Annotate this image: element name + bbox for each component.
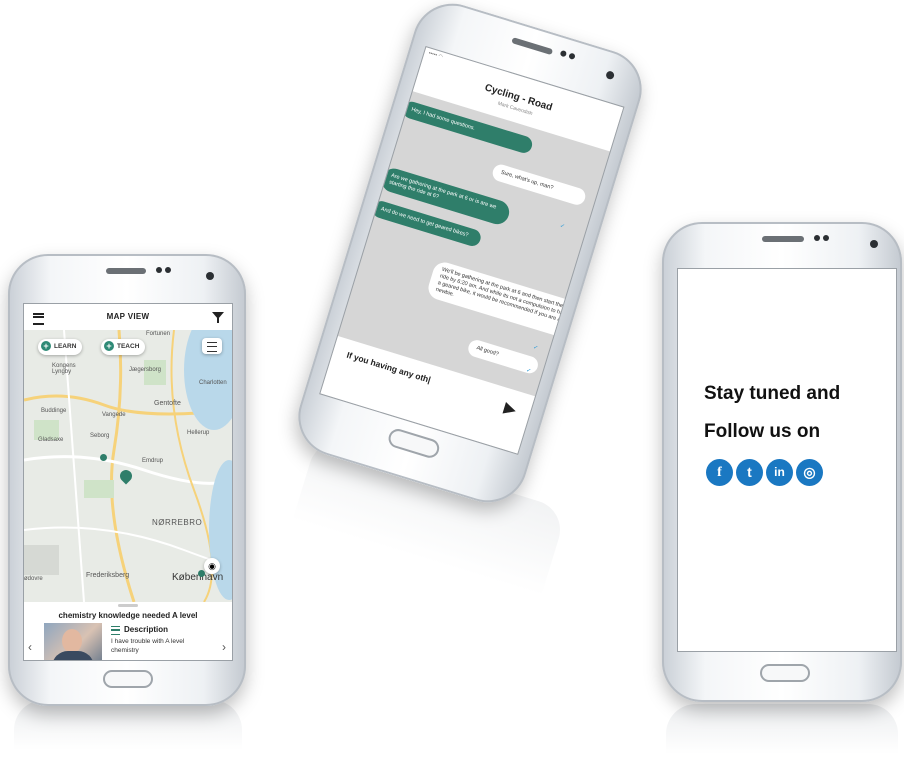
chevron-right-icon[interactable]: › <box>222 640 226 654</box>
locate-icon: ◉ <box>208 561 216 571</box>
promo-phone: Stay tuned and Follow us on f t in ◎ <box>662 222 902 702</box>
my-location-button[interactable]: ◉ <box>204 558 220 574</box>
message-outgoing: Sure, what's up, man? <box>490 162 588 207</box>
instagram-icon[interactable]: ◎ <box>796 459 823 486</box>
promo-line-1: Stay tuned and <box>704 383 841 404</box>
map-label-emdrup: Emdrup <box>142 458 164 464</box>
map-phone-sensor <box>165 267 171 273</box>
map-label-kongens-lyngby: Kongens Lyngby <box>52 363 76 375</box>
map-label-vangede: Vangede <box>102 412 126 418</box>
map-label-gladsaxe: Gladsaxe <box>38 437 64 443</box>
map-label-adovre: ødovre <box>24 576 43 582</box>
map-phone-front-camera <box>206 272 214 280</box>
promo-phone-reflection <box>666 704 898 754</box>
map-dot[interactable] <box>100 454 107 461</box>
map-phone-screen: MAP VIEW + LEARN + TEACH Fortunen Kongen… <box>23 303 233 661</box>
promo-phone-screen: Stay tuned and Follow us on f t in ◎ <box>677 268 897 652</box>
message-outgoing: We'll be gathering at the park at 6 and … <box>425 259 582 341</box>
send-icon[interactable] <box>502 402 518 418</box>
learn-label: LEARN <box>54 343 77 350</box>
chat-phone: ••••• ◠ Cycling - Road Mark Cavendish He… <box>288 0 652 513</box>
drag-handle[interactable] <box>118 604 138 607</box>
message-input[interactable]: If you having any oth| <box>345 350 491 403</box>
map-phone-home-button <box>103 670 153 688</box>
promo-phone-speaker <box>762 236 804 242</box>
chat-phone-screen: ••••• ◠ Cycling - Road Mark Cavendish He… <box>319 45 625 455</box>
description-icon <box>111 626 120 635</box>
promo-phone-sensor <box>814 235 820 241</box>
map-phone-speaker <box>106 268 146 274</box>
map-phone-camera <box>156 267 162 273</box>
description-label: Description <box>124 625 169 634</box>
plus-icon: + <box>104 341 114 352</box>
list-view-button[interactable] <box>202 338 222 354</box>
map-label-fortunen: Fortunen <box>146 331 171 337</box>
chat-phone-home-button <box>386 426 442 461</box>
learn-button[interactable]: + LEARN <box>38 339 83 355</box>
read-check-icon: ✓ <box>525 367 532 375</box>
map-view-title: MAP VIEW <box>106 312 150 321</box>
promo-line-2: Follow us on <box>704 421 821 442</box>
map-label-norrebro: NØRREBRO <box>152 518 203 527</box>
map-header: MAP VIEW <box>24 304 232 331</box>
map-phone: MAP VIEW + LEARN + TEACH Fortunen Kongen… <box>8 254 246 706</box>
map-label-seborg: Seborg <box>90 433 110 439</box>
listing-card[interactable]: chemistry knowledge needed A level ‹ Des… <box>24 602 232 660</box>
teach-button[interactable]: + TEACH <box>101 339 146 355</box>
teach-label: TEACH <box>117 343 140 350</box>
chat-phone-sensor <box>559 49 568 58</box>
map-label-hellerup: Hellerup <box>187 430 210 436</box>
map-phone-reflection <box>14 700 242 750</box>
promo-phone-sensor-2 <box>823 235 829 241</box>
chevron-left-icon[interactable]: ‹ <box>28 640 32 654</box>
tutor-avatar <box>44 623 102 660</box>
read-check-icon: ✓ <box>558 223 566 231</box>
map-label-buddinge: Buddinge <box>41 408 67 414</box>
chat-phone-front-camera <box>605 70 616 81</box>
map-label-frederiksberg: Frederiksberg <box>86 572 130 579</box>
filter-icon[interactable] <box>212 312 224 323</box>
description-text: I have trouble with A level chemistry <box>111 638 185 654</box>
map-label-jaegersborg: Jægersborg <box>129 367 162 373</box>
read-check-icon: ✓ <box>532 344 539 352</box>
map-label-charlotten: Charlotten <box>199 380 227 386</box>
map-canvas[interactable]: + LEARN + TEACH Fortunen Kongens Lyngby Jæ… <box>24 330 232 602</box>
facebook-icon[interactable]: f <box>706 459 733 486</box>
plus-icon: + <box>41 341 51 352</box>
status-bar: ••••• ◠ <box>427 50 444 61</box>
promo-phone-home-button <box>760 664 810 682</box>
promo-phone-front-camera <box>870 240 878 248</box>
map-dot[interactable] <box>198 570 205 577</box>
map-label-gentofte: Gentofte <box>154 400 181 407</box>
linkedin-icon[interactable]: in <box>766 459 793 486</box>
chat-phone-speaker <box>511 37 554 56</box>
twitter-icon[interactable]: t <box>736 459 763 486</box>
list-icon <box>207 342 217 352</box>
listing-title: chemistry knowledge needed A level <box>58 611 198 620</box>
chat-phone-sensor-2 <box>568 52 576 60</box>
